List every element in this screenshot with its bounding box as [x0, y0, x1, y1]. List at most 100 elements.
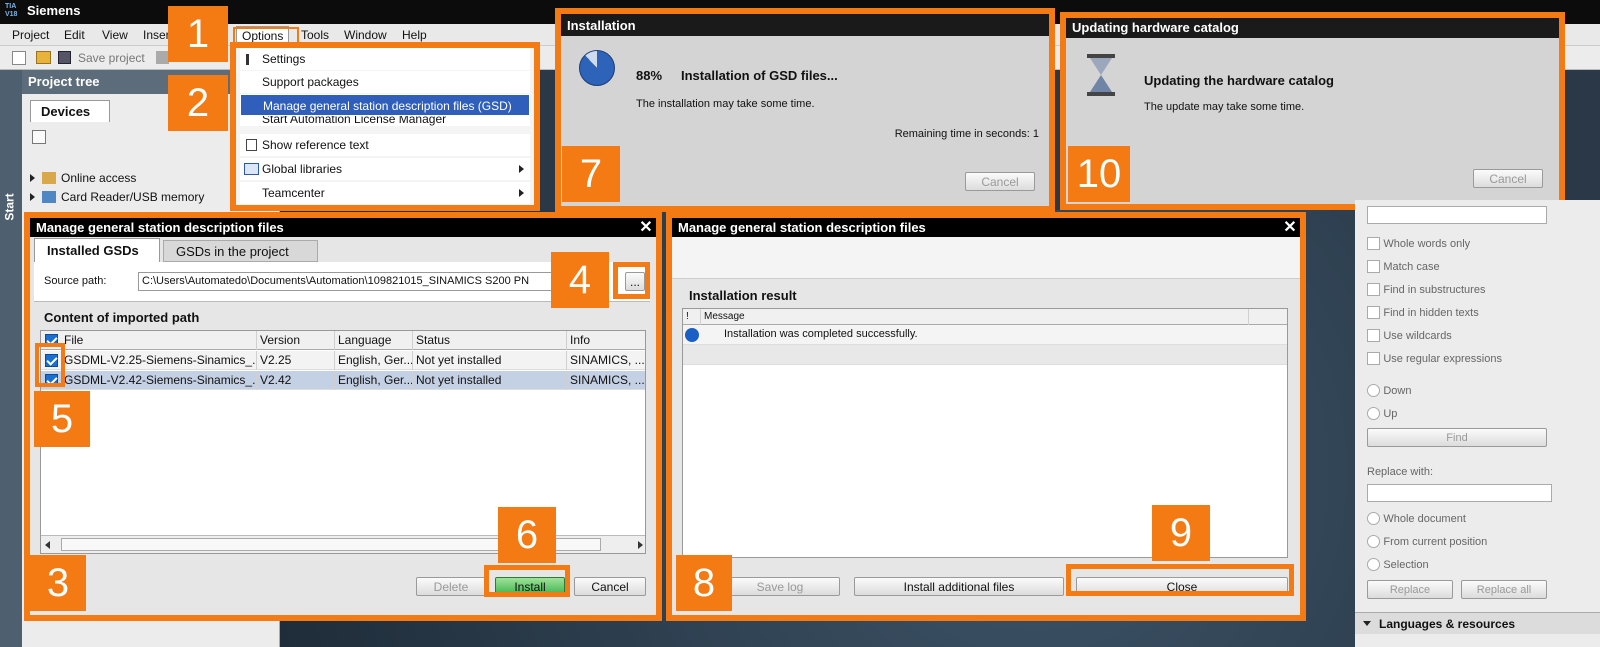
- highlight-close: [1066, 564, 1294, 596]
- find-input[interactable]: [1367, 206, 1547, 224]
- library-icon: [244, 163, 259, 175]
- badge-8: 8: [676, 555, 732, 611]
- option-label: Down: [1383, 385, 1412, 397]
- checkbox[interactable]: [1367, 283, 1380, 297]
- menu-item-label: Global libraries: [262, 162, 343, 176]
- tab-gsds-in-project[interactable]: GSDs in the project: [163, 240, 318, 262]
- checkbox[interactable]: [1367, 260, 1380, 274]
- checkbox[interactable]: [1367, 352, 1380, 366]
- online-access-icon: [42, 172, 56, 184]
- install-additional-files-button[interactable]: Install additional files: [854, 577, 1064, 596]
- menu-item-label: Start Automation License Manager: [262, 116, 447, 126]
- result-header-area: [672, 237, 1300, 279]
- option-label: Up: [1383, 408, 1398, 420]
- scroll-right-icon[interactable]: [638, 541, 643, 549]
- replace-button[interactable]: Replace: [1367, 580, 1453, 599]
- collapse-chevron-icon: [1363, 621, 1371, 626]
- scroll-left-icon[interactable]: [45, 541, 50, 549]
- installation-dialog: Installation 88% Installation of GSD fil…: [555, 8, 1055, 212]
- highlight-browse: [613, 262, 650, 299]
- save-project-button[interactable]: Save project: [78, 51, 145, 65]
- checkbox[interactable]: [1367, 306, 1380, 320]
- replace-all-button[interactable]: Replace all: [1461, 580, 1547, 599]
- close-icon[interactable]: ✕: [1280, 218, 1300, 237]
- expand-arrow-icon[interactable]: [30, 193, 35, 201]
- tree-toolbar-icon[interactable]: [32, 130, 46, 144]
- menu-tools[interactable]: Tools: [301, 28, 329, 42]
- cancel-button[interactable]: Cancel: [574, 577, 646, 596]
- save-icon[interactable]: [58, 51, 71, 64]
- menu-edit[interactable]: Edit: [64, 28, 85, 42]
- table-row[interactable]: GSDML-V2.25-Siemens-Sinamics_... V2.25 E…: [41, 351, 645, 370]
- tab-installed-gsds[interactable]: Installed GSDs: [34, 238, 160, 262]
- find-button[interactable]: Find: [1367, 428, 1547, 447]
- direction-up[interactable]: Up: [1367, 406, 1398, 421]
- menu-item-license-manager[interactable]: Start Automation License Manager: [240, 116, 530, 126]
- radio-button[interactable]: [1367, 384, 1380, 398]
- menu-item-label: Show reference text: [262, 138, 369, 152]
- table-row[interactable]: GSDML-V2.42-Siemens-Sinamics_... V2.42 E…: [41, 371, 645, 390]
- save-log-button[interactable]: Save log: [720, 577, 840, 596]
- menu-help[interactable]: Help: [402, 28, 427, 42]
- direction-down[interactable]: Down: [1367, 383, 1412, 398]
- menu-item-global-libraries[interactable]: Global libraries: [240, 158, 530, 180]
- scope-whole-document[interactable]: Whole document: [1367, 511, 1466, 526]
- radio-button[interactable]: [1367, 558, 1380, 572]
- col-version[interactable]: Version: [257, 331, 335, 350]
- menu-item-teamcenter[interactable]: Teamcenter: [240, 182, 530, 204]
- menu-window[interactable]: Window: [344, 28, 387, 42]
- start-side-tab[interactable]: Start: [0, 70, 22, 647]
- dialog-title: Updating hardware catalog: [1066, 18, 1559, 38]
- new-project-icon[interactable]: [12, 51, 26, 65]
- close-icon[interactable]: ✕: [636, 218, 656, 237]
- install-cancel-button[interactable]: Cancel: [965, 172, 1035, 191]
- option-substructures[interactable]: Find in substructures: [1367, 282, 1485, 297]
- source-path-input[interactable]: C:\Users\Automatedo\Documents\Automation…: [138, 272, 553, 291]
- tia-logo: TIA V18: [5, 3, 18, 18]
- col-severity[interactable]: !: [683, 309, 701, 325]
- checkbox[interactable]: [1367, 237, 1380, 251]
- expand-arrow-icon[interactable]: [30, 174, 35, 182]
- col-file[interactable]: File: [61, 331, 257, 350]
- option-hidden-texts[interactable]: Find in hidden texts: [1367, 305, 1479, 320]
- radio-button[interactable]: [1367, 535, 1380, 549]
- menu-view[interactable]: View: [102, 28, 128, 42]
- cell-language: English, Ger...: [335, 371, 413, 390]
- menu-project[interactable]: Project: [12, 28, 49, 42]
- option-match-case[interactable]: Match case: [1367, 259, 1440, 274]
- table-row[interactable]: Installation was completed successfully.: [683, 325, 1287, 345]
- languages-section[interactable]: Languages & resources: [1355, 612, 1600, 634]
- devices-tab[interactable]: Devices: [30, 100, 110, 122]
- checkbox[interactable]: [1367, 329, 1380, 343]
- badge-1: 1: [168, 6, 228, 62]
- menu-item-reference-text[interactable]: Show reference text: [240, 134, 530, 156]
- tree-item-card-reader[interactable]: Card Reader/USB memory: [28, 189, 228, 206]
- options-menu: Settings Support packages Manage general…: [230, 42, 540, 211]
- menu-item-label: Support packages: [262, 75, 359, 89]
- menu-item-support-packages[interactable]: Support packages: [240, 71, 530, 93]
- source-path-label: Source path:: [44, 275, 107, 287]
- catalog-cancel-button[interactable]: Cancel: [1473, 169, 1543, 188]
- table-header: ! Message: [683, 309, 1287, 325]
- option-regex[interactable]: Use regular expressions: [1367, 351, 1502, 366]
- tree-item-online-access[interactable]: Online access: [28, 170, 228, 187]
- open-project-icon[interactable]: [36, 51, 51, 64]
- scope-current-position[interactable]: From current position: [1367, 534, 1487, 549]
- radio-button[interactable]: [1367, 512, 1380, 526]
- replace-input[interactable]: [1367, 484, 1552, 502]
- success-check-icon: [685, 328, 699, 342]
- option-wildcards[interactable]: Use wildcards: [1367, 328, 1452, 343]
- delete-button[interactable]: Delete: [416, 577, 486, 596]
- col-message[interactable]: Message: [701, 309, 1249, 325]
- option-whole-words[interactable]: Whole words only: [1367, 236, 1470, 251]
- radio-button[interactable]: [1367, 407, 1380, 421]
- hourglass-icon: [1084, 54, 1118, 96]
- col-info[interactable]: Info: [567, 331, 645, 350]
- col-language[interactable]: Language: [335, 331, 413, 350]
- highlight-checkboxes: [35, 343, 65, 387]
- badge-3: 3: [30, 555, 86, 611]
- menu-item-settings[interactable]: Settings: [240, 48, 530, 70]
- scope-selection[interactable]: Selection: [1367, 557, 1429, 572]
- menu-item-manage-gsd[interactable]: Manage general station description files…: [240, 94, 530, 116]
- col-status[interactable]: Status: [413, 331, 567, 350]
